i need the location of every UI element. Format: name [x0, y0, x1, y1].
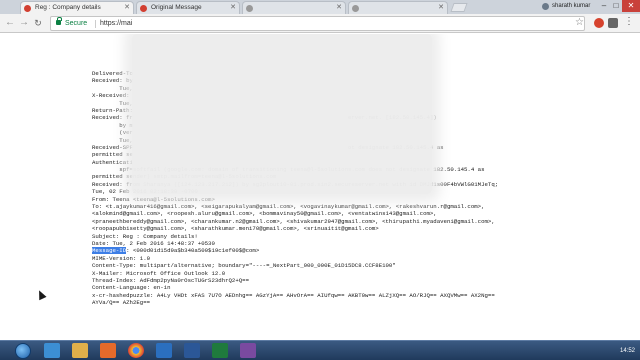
gmail-favicon-icon: [140, 5, 147, 12]
url-text: https://mai: [100, 20, 133, 27]
email-original-source-page: Delivered-To Received: by Tue, X-Received:…: [0, 34, 640, 340]
back-arrow-icon[interactable]: ←: [4, 17, 16, 29]
header-line: Subject: Reg : Company details!: [92, 232, 198, 240]
header-line: X-Mailer: Microsoft Office Outlook 12.0: [92, 269, 226, 277]
bookmark-star-icon[interactable]: ☆: [575, 17, 584, 28]
secure-label: Secure: [65, 20, 88, 27]
header-line: Thread-Index: AdFdmp2pyNa0rOscTUGrS23dhr…: [92, 276, 250, 284]
windows-taskbar: 14:52: [0, 340, 640, 360]
mouse-cursor-icon: [35, 288, 47, 301]
address-bar[interactable]: Secure https://mai: [50, 16, 585, 31]
tab-label: Reg : Company details: [35, 4, 101, 11]
tab-strip: Reg : Company details ✕ Original Message…: [0, 0, 640, 14]
gmail-favicon-icon: [24, 5, 31, 12]
maximize-window-icon[interactable]: □: [610, 0, 622, 12]
header-line: Content-Type: multipart/alternative; bou…: [92, 262, 396, 270]
browser-menu-icon[interactable]: ⋮: [624, 16, 634, 27]
word-icon[interactable]: [184, 343, 200, 358]
header-line: Message-ID: <000d01d15d9a$b340a500$19c1e…: [92, 247, 632, 255]
reload-icon[interactable]: ↻: [32, 17, 44, 29]
browser-toolbar: ← → ↻ Secure https://mai: [0, 14, 640, 33]
header-line: Content-Language: en-in: [92, 284, 171, 292]
extension-icon[interactable]: [594, 18, 604, 28]
system-tray-clock[interactable]: 14:52: [575, 344, 635, 358]
close-window-icon[interactable]: ✕: [622, 0, 640, 12]
header-line: MIME-Version: 1.0: [92, 254, 151, 262]
chrome-icon[interactable]: [128, 343, 144, 358]
header-line: <praneethbereddy@gmail.com>, <charankuma…: [92, 217, 495, 225]
tab-reg-company-details[interactable]: Reg : Company details ✕: [20, 1, 134, 14]
tab-original-message[interactable]: Original Message ✕: [136, 1, 240, 14]
lock-icon: [56, 17, 62, 25]
header-line: <roopapubbisetty@gmail.com>, <sharathkum…: [92, 225, 379, 233]
close-tab-icon[interactable]: ✕: [336, 2, 342, 14]
close-tab-icon[interactable]: ✕: [230, 2, 236, 14]
header-line: Date: Tue, 2 Feb 2016 14:48:37 +0530: [92, 239, 215, 247]
close-tab-icon[interactable]: ✕: [124, 2, 130, 14]
header-line: <alokmind@gmail.com>, <roopesh.aluru@gma…: [92, 210, 437, 218]
blurred-region: [132, 34, 432, 194]
outlook-icon[interactable]: [156, 343, 172, 358]
header-value: : <000d01d15d9a$b340a500$19c1ef00$@com>: [126, 247, 260, 255]
minimize-window-icon[interactable]: –: [598, 0, 610, 12]
internet-explorer-icon[interactable]: [44, 343, 60, 358]
media-player-icon[interactable]: [100, 343, 116, 358]
forward-arrow-icon[interactable]: →: [18, 17, 30, 29]
page-favicon-icon: [246, 5, 253, 12]
header-line: x-cr-hashedpuzzle: A4Ly VHDt xFAS 7U7O A…: [92, 291, 495, 299]
file-explorer-icon[interactable]: [72, 343, 88, 358]
start-button[interactable]: [15, 343, 31, 359]
tab-blurred[interactable]: ✕: [348, 1, 448, 14]
app-icon[interactable]: [240, 343, 256, 358]
tab-blurred[interactable]: ✕: [242, 1, 346, 14]
avatar: [542, 3, 549, 10]
profile-name: sharath kumar: [552, 3, 591, 9]
close-tab-icon[interactable]: ✕: [438, 2, 444, 14]
omnibox-divider: [95, 20, 96, 28]
profile-button[interactable]: sharath kumar: [540, 0, 596, 13]
header-line: AYVa/Q== AZh2Eg==: [92, 299, 151, 307]
extension-icon[interactable]: [608, 18, 618, 28]
page-favicon-icon: [352, 5, 359, 12]
excel-icon[interactable]: [212, 343, 228, 358]
new-tab-button[interactable]: [450, 3, 468, 12]
header-line: To: <t.ajaykumar416@gmail.com>, <seigara…: [92, 203, 485, 211]
selected-text: Message-ID: [92, 247, 127, 255]
header-line: From: Teena <teena@l-5solutions.com>: [92, 195, 215, 203]
tab-label: Original Message: [151, 4, 202, 11]
